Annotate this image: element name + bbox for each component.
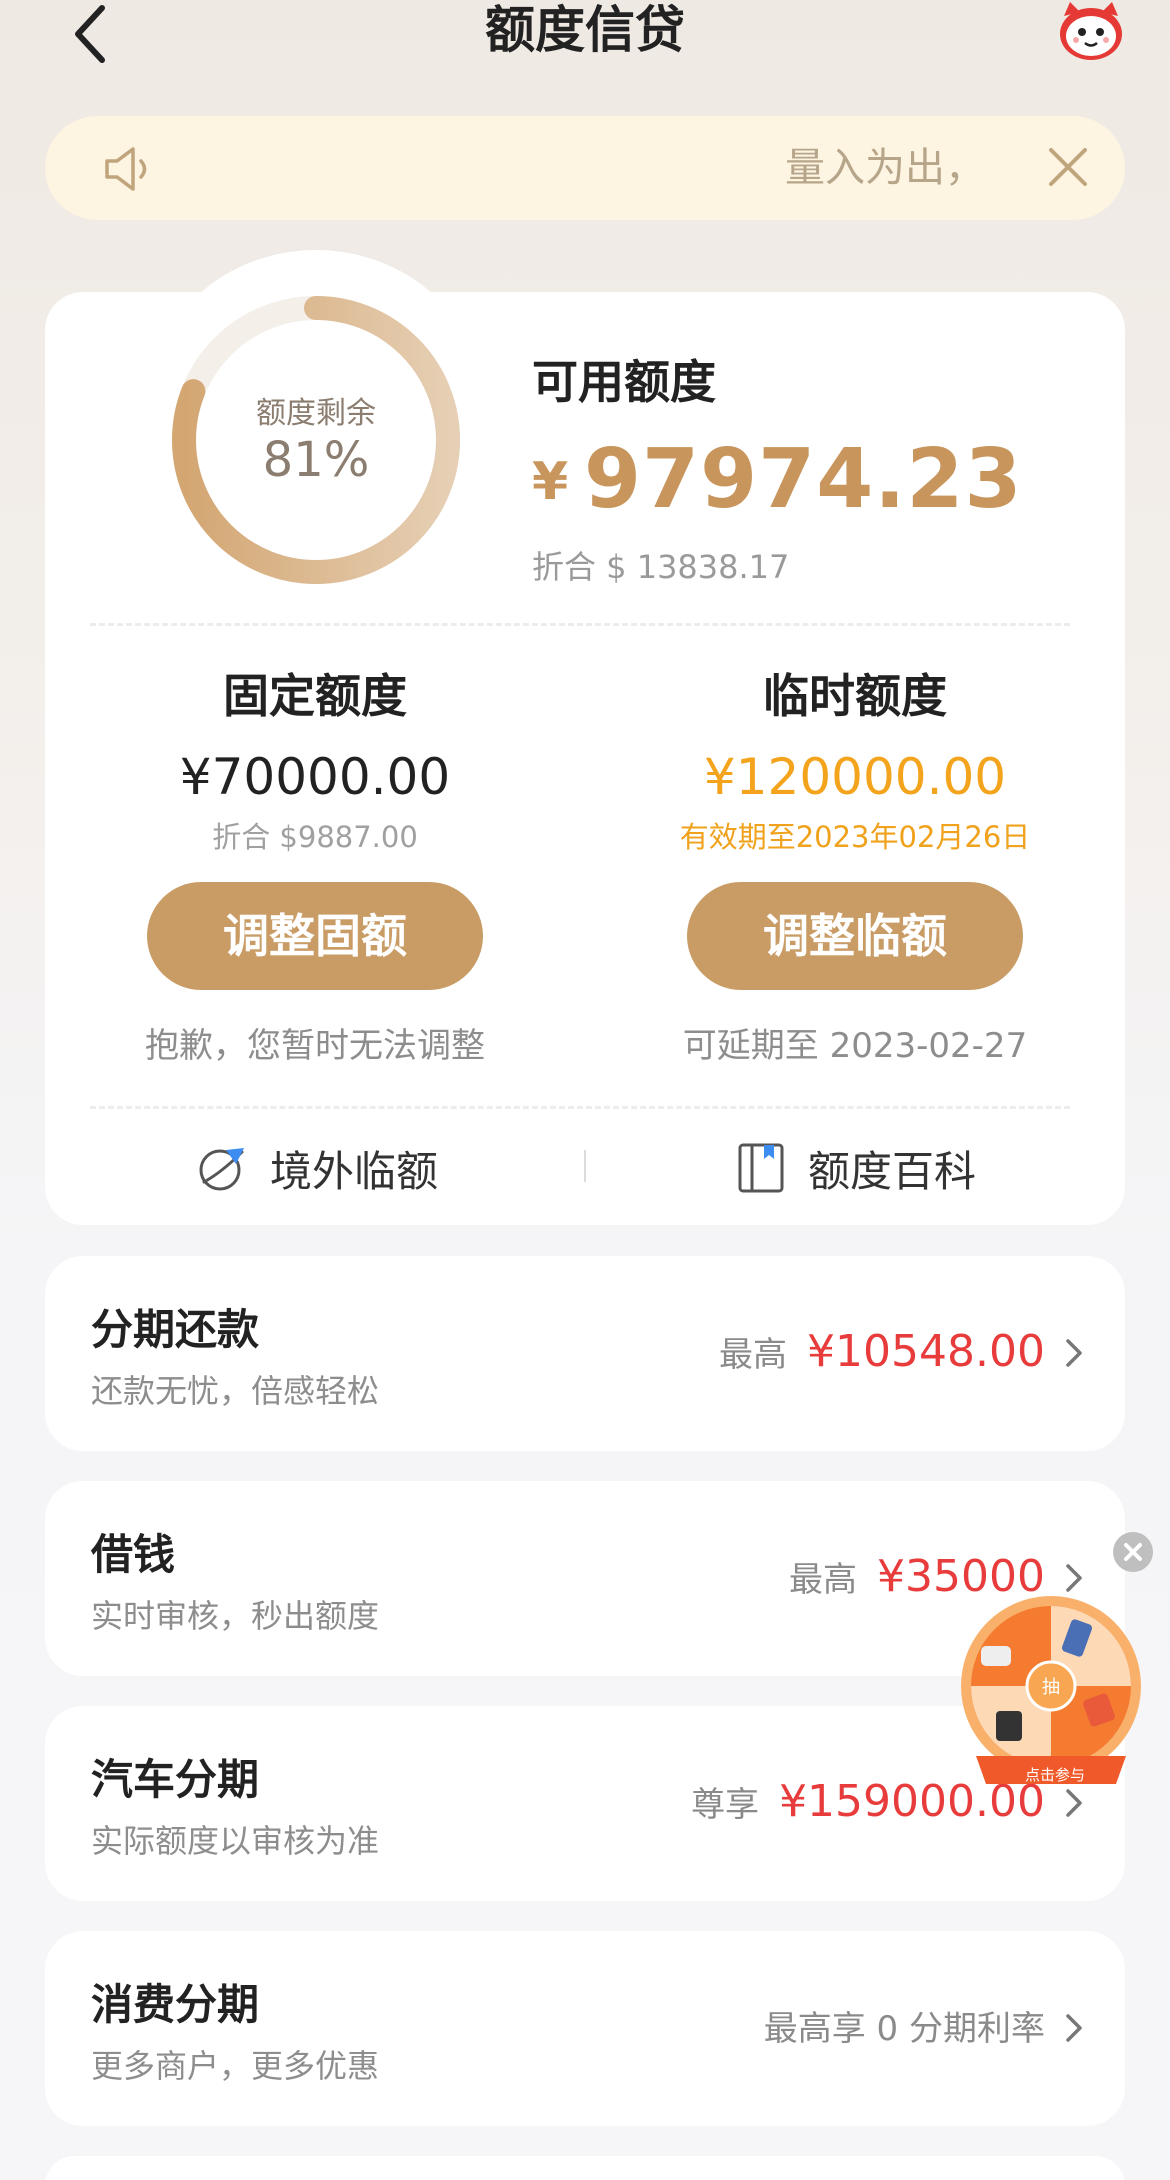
page-title: 额度信贷 [485, 1, 685, 59]
notice-bar: 量入为出， [45, 116, 1125, 220]
close-icon[interactable] [1045, 144, 1091, 190]
overseas-temp-credit-label: 境外临额 [270, 1146, 439, 1196]
link-divider [584, 1150, 586, 1182]
ring-percent: 81% [262, 432, 370, 488]
lottery-label[interactable]: 点击参与 [980, 1764, 1130, 1785]
list-item-value: 最高享 0 分期利率 [763, 2009, 1045, 2049]
fixed-credit-title: 固定额度 [223, 669, 407, 723]
fixed-credit-converted: 折合 $9887.00 [212, 820, 418, 854]
list-item-subtitle: 实时审核，秒出额度 [91, 1597, 380, 1635]
list-item-prefix: 尊享 [691, 1785, 760, 1825]
credit-wiki-label: 额度百科 [808, 1146, 977, 1196]
divider [90, 1106, 1070, 1109]
consumer-installment-card[interactable]: 消费分期 更多商户，更多优惠 最高享 0 分期利率 [45, 1931, 1125, 2126]
fixed-credit-amount: ¥70000.00 [179, 748, 451, 806]
available-credit-amount: 97974.23 [584, 432, 1023, 527]
temporary-credit-note: 可延期至 2023-02-27 [682, 1026, 1028, 1066]
fixed-credit-section: 固定额度 ¥70000.00 折合 $9887.00 调整固额 抱歉，您暂时无法… [45, 660, 585, 1067]
list-item-prefix: 最高 [789, 1560, 858, 1600]
temporary-credit-validity: 有效期至2023年02月26日 [679, 820, 1031, 854]
wheel-center-text: 抽 [1042, 1677, 1060, 1698]
close-icon [1124, 1543, 1142, 1561]
nav-bar: 额度信贷 [0, 0, 1170, 80]
adjust-fixed-button[interactable]: 调整固额 [147, 882, 483, 990]
fixed-credit-note: 抱歉，您暂时无法调整 [145, 1026, 485, 1066]
list-item-partial[interactable] [45, 2156, 1125, 2180]
installment-repayment-card[interactable]: 分期还款 还款无忧，倍感轻松 最高 ¥10548.00 [45, 1256, 1125, 1451]
list-item-title: 借钱 [91, 1530, 176, 1579]
available-credit-title: 可用额度 [532, 355, 716, 409]
list-item-value-group: 最高 ¥10548.00 [719, 1326, 1045, 1377]
list-item-title: 消费分期 [91, 1980, 260, 2029]
available-credit-converted: 折合 $ 13838.17 [532, 548, 790, 586]
chevron-right-icon [1066, 2014, 1082, 2042]
list-item-value-group: 最高享 0 分期利率 [744, 2001, 1045, 2050]
list-item-title: 分期还款 [91, 1305, 260, 1354]
list-item-title: 汽车分期 [91, 1755, 260, 1804]
book-icon [738, 1143, 784, 1193]
list-item-subtitle: 还款无忧，倍感轻松 [91, 1372, 380, 1410]
floating-close-button[interactable] [1113, 1532, 1153, 1572]
cat-mascot-icon [1060, 2, 1122, 60]
list-item-subtitle: 更多商户，更多优惠 [91, 2047, 380, 2085]
speaker-icon [105, 147, 147, 191]
notice-text: 量入为出， [785, 145, 985, 191]
adjust-temporary-button[interactable]: 调整临额 [687, 882, 1023, 990]
chevron-right-icon [1066, 1339, 1082, 1367]
temporary-credit-title: 临时额度 [763, 669, 947, 723]
temporary-credit-amount: ¥120000.00 [703, 748, 1007, 806]
list-item-value: ¥10548.00 [807, 1326, 1045, 1377]
temporary-credit-section: 临时额度 ¥120000.00 有效期至2023年02月26日 调整临额 可延期… [585, 660, 1125, 1067]
list-item-prefix: 最高 [719, 1335, 788, 1375]
page: 额度信贷 量入为出， 额度剩余 81% 可用额度 ¥ 97974.23 折合 $… [0, 0, 1170, 2180]
currency-symbol: ¥ [532, 452, 569, 512]
list-item-subtitle: 实际额度以审核为准 [91, 1822, 380, 1860]
divider [90, 623, 1070, 626]
globe-plane-icon [199, 1148, 244, 1191]
overseas-temp-credit-link[interactable]: 境外临额 [196, 1138, 438, 1198]
ring-label: 额度剩余 [256, 396, 376, 431]
credit-wiki-link[interactable]: 额度百科 [736, 1138, 976, 1198]
mascot-avatar[interactable] [1056, 0, 1126, 64]
